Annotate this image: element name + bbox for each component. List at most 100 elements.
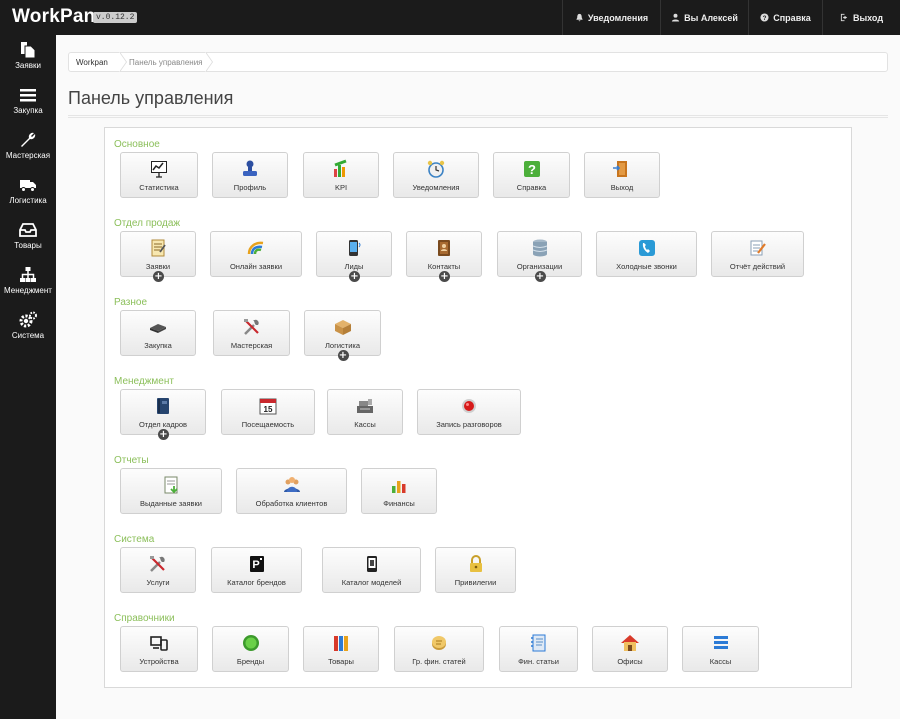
dashboard-tile[interactable]: Заявки + (120, 231, 196, 282)
add-icon[interactable]: + (153, 271, 164, 282)
dashboard-tile[interactable]: Устройства (120, 626, 198, 672)
dashboard-tile[interactable]: Организации + (497, 231, 582, 282)
dashboard-tile[interactable]: Онлайн заявки (210, 231, 302, 277)
add-icon[interactable]: + (534, 271, 546, 282)
inbox-icon (19, 223, 37, 237)
tile-label: Запись разговоров (436, 420, 502, 429)
brand-logo[interactable]: WorkPan (12, 6, 95, 28)
dashboard-tile[interactable]: Гр. фин. статей (394, 626, 484, 672)
tile-label: Холодные звонки (616, 262, 677, 271)
tile-label: Логистика (324, 341, 360, 350)
tile-label: Выданные заявки (140, 499, 202, 508)
sidebar-item-workshop[interactable]: Мастерская (0, 125, 56, 170)
dashboard-tile[interactable]: Мастерская (213, 310, 290, 356)
dashboard-tile[interactable]: Выданные заявки (120, 468, 222, 514)
sidebar-item-logistics[interactable]: Логистика (0, 170, 56, 215)
notifications-label: Уведомления (587, 12, 649, 23)
tools-icon (150, 556, 165, 572)
dashboard-tile[interactable]: P Каталог брендов (211, 547, 302, 593)
logout-label: Выход (852, 12, 884, 23)
sidebar-item-requests[interactable]: Заявки (0, 35, 56, 80)
wrench-icon (21, 132, 36, 147)
handset-icon (638, 240, 655, 256)
dashboard-tile[interactable]: Профиль (212, 152, 288, 198)
tile-label: Каталог моделей (341, 578, 402, 587)
house-icon (621, 635, 639, 651)
dashboard-tile[interactable]: Отдел кадров + (120, 389, 206, 440)
tile-label: Отчёт действий (729, 262, 786, 271)
section-heading: Отдел продаж (114, 218, 181, 229)
tools-icon (243, 319, 259, 335)
dashboard-tile[interactable]: Закупка (120, 310, 196, 356)
coin-icon (432, 636, 446, 650)
dashboard-tile[interactable]: 15 Посещаемость (221, 389, 315, 435)
user-menu[interactable]: Вы Алексей (660, 0, 748, 35)
dashboard-tile[interactable]: Лиды + (316, 231, 392, 282)
section-heading: Менеджмент (114, 376, 174, 387)
notifications-link[interactable]: Уведомления (562, 0, 660, 35)
dashboard-tile[interactable]: ? Справка (493, 152, 570, 198)
dashboard-tile[interactable]: Кассы (327, 389, 403, 435)
dashboard-tile[interactable]: Отчёт действий (711, 231, 804, 277)
tile-label: Фин. статьи (518, 657, 559, 666)
dashboard-tile[interactable]: Товары (303, 626, 379, 672)
dashboard-tile[interactable]: Запись разговоров (417, 389, 521, 435)
gears-icon (19, 311, 37, 328)
add-icon[interactable]: + (158, 429, 169, 440)
sidebar-item-purchase[interactable]: Закупка (0, 80, 56, 125)
logout-icon (840, 13, 848, 22)
list-blue-icon (713, 636, 728, 649)
dashboard-tile[interactable]: Холодные звонки (596, 231, 697, 277)
user-icon (672, 13, 680, 22)
dashboard-tile[interactable]: Бренды (212, 626, 289, 672)
dashboard-tile[interactable]: Выход (584, 152, 660, 198)
dashboard-tile[interactable]: Логистика + (304, 310, 381, 361)
sidebar-item-label: Товары (14, 241, 42, 250)
section-heading: Основное (114, 139, 160, 150)
dashboard-tile[interactable]: Каталог моделей (322, 547, 421, 593)
dashboard-tile[interactable]: Услуги (120, 547, 196, 593)
logout-link[interactable]: Выход (822, 0, 900, 35)
door-icon (613, 161, 627, 177)
breadcrumb-current: Панель управления (129, 58, 203, 67)
version-badge: v.0.12.2 (93, 12, 138, 23)
breadcrumb-root[interactable]: Workpan (76, 58, 108, 67)
tile-label: Статистика (139, 183, 179, 192)
dashboard-tile[interactable]: Статистика (120, 152, 198, 198)
help-link[interactable]: ? Справка (748, 0, 822, 35)
bars-icon (392, 481, 406, 493)
dashboard-tile[interactable]: Контакты + (406, 231, 482, 282)
dashboard-tile[interactable]: Фин. статьи (499, 626, 578, 672)
tile-label: Заявки (145, 262, 171, 271)
dashboard-tile[interactable]: Финансы (361, 468, 437, 514)
section-heading: Система (114, 534, 155, 545)
notebook-icon (530, 634, 545, 652)
sidebar-item-system[interactable]: Система (0, 305, 56, 350)
sidebar-item-goods[interactable]: Товары (0, 215, 56, 260)
sidebar-item-management[interactable]: Менеджмент (0, 260, 56, 305)
dashboard-tile[interactable]: Обработка клиентов (236, 468, 347, 514)
database-icon (532, 239, 547, 257)
tile-label: Отдел кадров (138, 420, 188, 429)
parking-icon: P (249, 556, 264, 572)
tile-label: Привилегии (454, 578, 497, 587)
dashboard-tile[interactable]: Кассы (682, 626, 759, 672)
tile-label: Офисы (617, 657, 643, 666)
presentation-icon (151, 161, 167, 178)
phone-icon (349, 240, 361, 256)
tile-label: Услуги (146, 578, 170, 587)
dashboard-tile[interactable]: Уведомления (393, 152, 479, 198)
tile-label: Закупка (144, 341, 172, 350)
alarm-clock-icon (427, 160, 445, 178)
truck-icon (20, 180, 36, 192)
dashboard-tile[interactable]: Привилегии (435, 547, 516, 593)
top-bar: WorkPan v.0.12.2 Уведомления Вы Алексей … (0, 0, 900, 35)
add-icon[interactable]: + (337, 350, 349, 361)
dashboard-tile[interactable]: Офисы (592, 626, 668, 672)
add-icon[interactable]: + (439, 271, 450, 282)
dashboard-tile[interactable]: KPI (303, 152, 379, 198)
doc-download-icon (164, 476, 178, 494)
devices-icon (150, 636, 168, 651)
add-icon[interactable]: + (349, 271, 360, 282)
tile-label: Справка (516, 183, 547, 192)
